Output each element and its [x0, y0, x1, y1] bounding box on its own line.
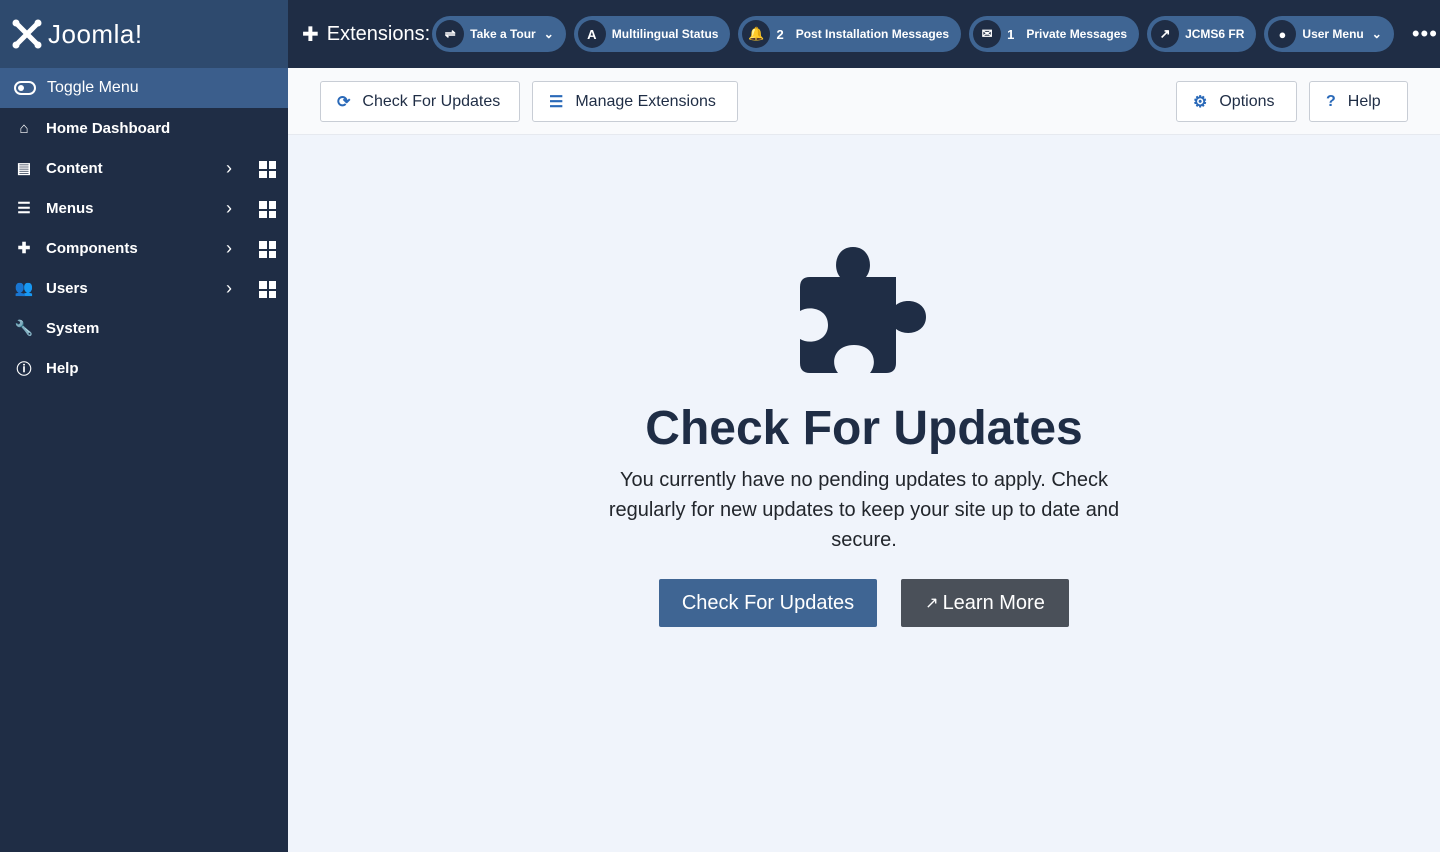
private-messages-button[interactable]: ✉ 1 Private Messages — [969, 16, 1140, 52]
sidebar-item-label: System — [46, 319, 100, 337]
chevron-down-icon: ⌄ — [543, 27, 554, 41]
pill-label: User Menu — [1302, 27, 1364, 41]
question-icon: ? — [1326, 92, 1336, 110]
sidebar-item-help[interactable]: ⓘ Help — [0, 348, 288, 388]
site-link-button[interactable]: ↗ JCMS6 FR — [1147, 16, 1257, 52]
button-label: Learn More — [942, 591, 1045, 614]
external-link-icon: ↗ — [1151, 20, 1180, 48]
pill-label: Post Installation Messages — [795, 27, 950, 41]
help-button[interactable]: ? Help — [1309, 81, 1408, 122]
toolbar: ⟳ Check For Updates ☰ Manage Extensions ⚙ O… — [288, 68, 1440, 135]
gear-icon: ⚙ — [1193, 93, 1208, 111]
pill-label: Private Messages — [1026, 27, 1128, 41]
learn-more-button[interactable]: ↗ Learn More — [901, 579, 1069, 627]
check-for-updates-toolbar-button[interactable]: ⟳ Check For Updates — [320, 81, 520, 122]
more-icon[interactable]: ••• — [1412, 21, 1438, 47]
bell-icon: 🔔 — [742, 20, 771, 48]
sidebar-item-home-dashboard[interactable]: ⌂ Home Dashboard — [0, 108, 288, 148]
info-icon: ⓘ — [16, 360, 32, 378]
wrench-icon: 🔧 — [14, 320, 34, 337]
joomla-logo-icon — [12, 19, 42, 49]
page-title: ✚ Extensions: — [302, 22, 430, 47]
chevron-right-icon[interactable]: › — [226, 238, 232, 259]
sidebar-item-label: Help — [46, 359, 79, 377]
count-badge: 1 — [1007, 26, 1015, 42]
puzzle-icon: ✚ — [17, 240, 31, 257]
multilingual-status-button[interactable]: A Multilingual Status — [573, 16, 731, 52]
sidebar-item-content[interactable]: ▤ Content › — [0, 148, 288, 188]
button-label: Manage Extensions — [575, 92, 716, 110]
users-icon: 👥 — [14, 280, 34, 297]
pill-label: Take a Tour — [470, 27, 536, 41]
button-label: Help — [1347, 92, 1381, 110]
check-for-updates-button[interactable]: Check For Updates — [659, 579, 877, 627]
home-icon: ⌂ — [19, 119, 29, 137]
chevron-right-icon[interactable]: › — [226, 158, 232, 179]
pill-label: JCMS6 FR — [1185, 27, 1245, 41]
header: ✚ Extensions: ⇌ Take a Tour ⌄ A Multilingual… — [288, 0, 1440, 68]
envelope-icon: ✉ — [973, 20, 1002, 48]
dashboard-grid-icon[interactable] — [259, 281, 276, 298]
refresh-icon: ⟳ — [337, 93, 351, 111]
sidebar-item-system[interactable]: 🔧 System — [0, 308, 288, 348]
joomla-logo[interactable]: Joomla! — [0, 0, 288, 68]
sidebar-item-menus[interactable]: ☰ Menus › — [0, 188, 288, 228]
external-link-icon: ↗ — [925, 595, 939, 612]
manage-extensions-button[interactable]: ☰ Manage Extensions — [532, 81, 738, 122]
sidebar: Joomla! Toggle Menu ⌂ Home Dashboard ▤ Con… — [0, 0, 288, 852]
chevron-right-icon[interactable]: › — [226, 278, 232, 299]
take-a-tour-button[interactable]: ⇌ Take a Tour ⌄ — [432, 16, 566, 52]
sidebar-item-label: Content — [46, 159, 103, 177]
page-title-text: Extensions: — [326, 22, 431, 45]
post-installation-messages-button[interactable]: 🔔 2 Post Installation Messages — [738, 16, 962, 52]
puzzle-icon: ✚ — [302, 23, 319, 46]
empty-state-description: You currently have no pending updates to… — [608, 469, 1120, 551]
toggle-menu-button[interactable]: Toggle Menu — [0, 68, 288, 108]
sidebar-item-label: Home Dashboard — [46, 119, 171, 137]
options-button[interactable]: ⚙ Options — [1176, 81, 1297, 122]
list-icon: ☰ — [549, 93, 564, 111]
signpost-icon: ⇌ — [436, 20, 465, 48]
file-icon: ▤ — [16, 160, 32, 177]
list-icon: ☰ — [17, 200, 31, 217]
language-icon: A — [577, 20, 606, 48]
toggle-icon — [14, 81, 36, 95]
empty-state-title: Check For Updates — [645, 402, 1083, 455]
dashboard-grid-icon[interactable] — [259, 161, 276, 178]
sidebar-item-label: Menus — [46, 199, 94, 217]
dashboard-grid-icon[interactable] — [259, 201, 276, 218]
chevron-right-icon[interactable]: › — [226, 198, 232, 219]
button-label: Check For Updates — [362, 92, 501, 110]
sidebar-item-label: Components — [46, 239, 138, 257]
user-icon: ● — [1268, 20, 1297, 48]
sidebar-item-users[interactable]: 👥 Users › — [0, 268, 288, 308]
sidebar-item-label: Users — [46, 279, 88, 297]
sidebar-item-components[interactable]: ✚ Components › — [0, 228, 288, 268]
puzzle-icon — [800, 247, 926, 373]
pill-label: Multilingual Status — [611, 27, 719, 41]
brand-name: Joomla! — [48, 18, 143, 49]
count-badge: 2 — [776, 26, 784, 42]
user-menu-button[interactable]: ● User Menu ⌄ — [1264, 16, 1394, 52]
chevron-down-icon: ⌄ — [1371, 27, 1382, 41]
dashboard-grid-icon[interactable] — [259, 241, 276, 258]
button-label: Options — [1219, 92, 1275, 110]
toggle-menu-label: Toggle Menu — [47, 79, 139, 96]
